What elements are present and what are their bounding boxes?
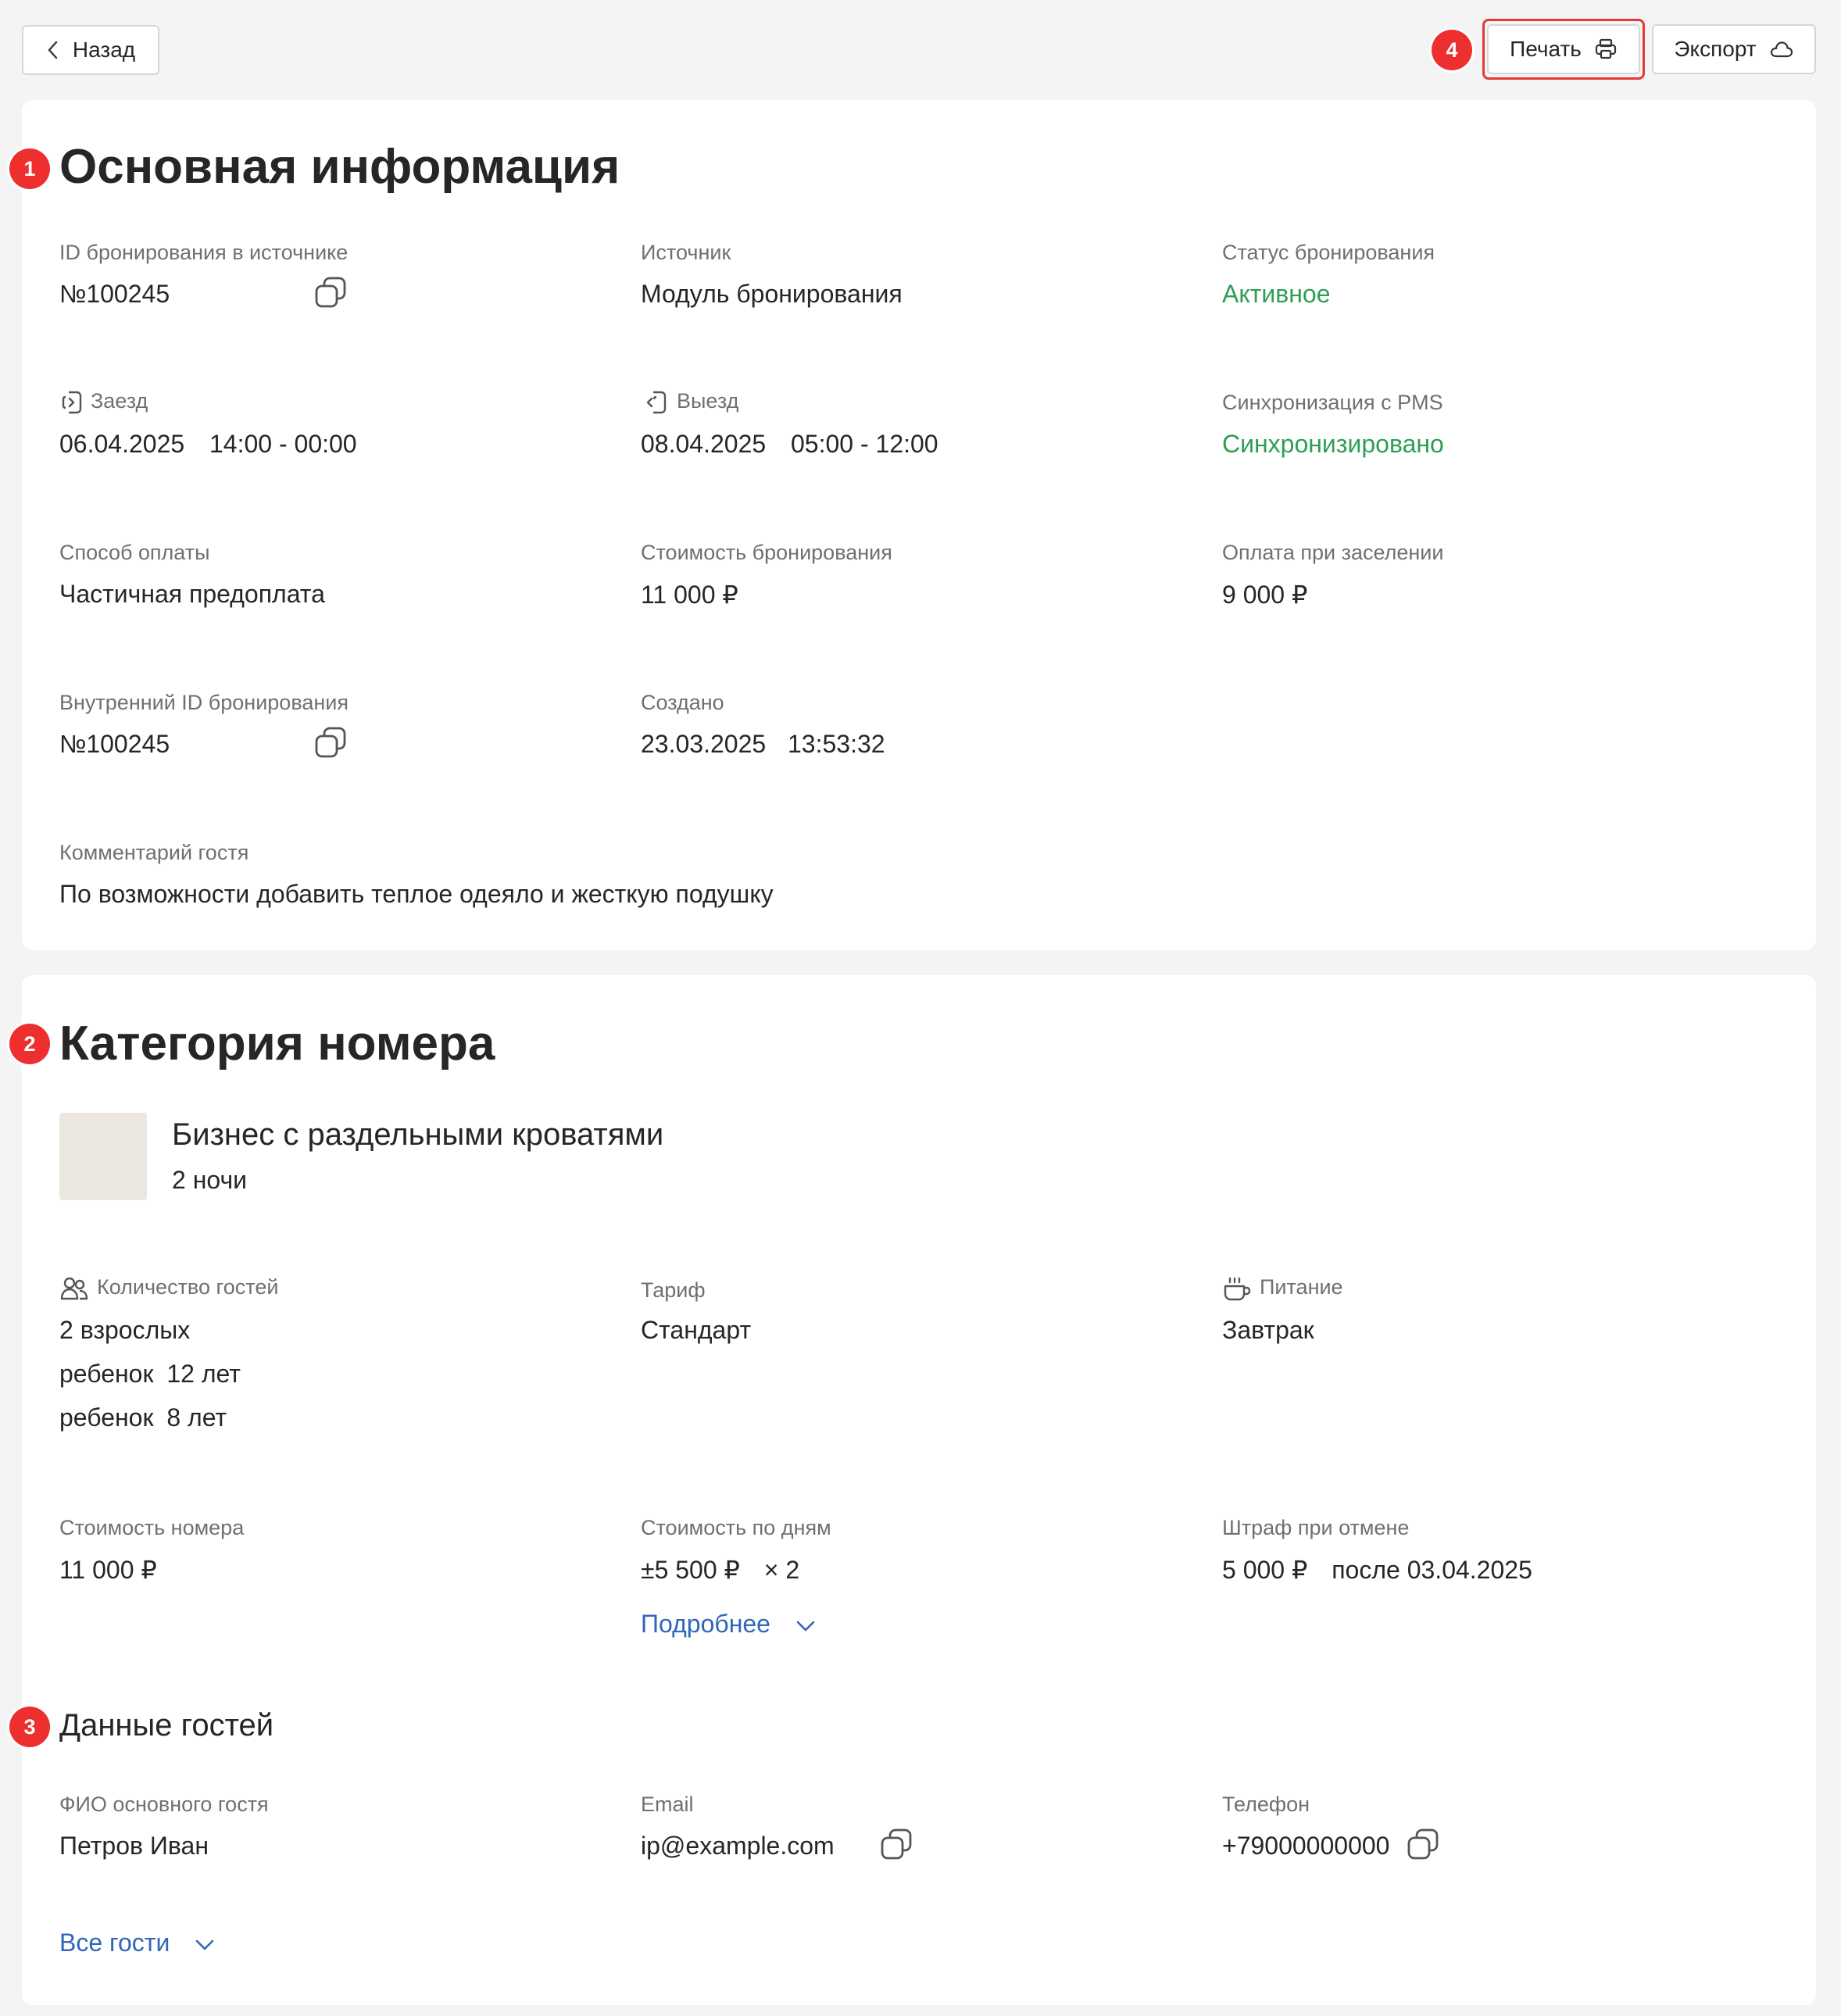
more-details-link[interactable]: Подробнее — [641, 1610, 817, 1639]
child-age: 8 лет — [166, 1403, 227, 1432]
cancel-penalty-date: после 03.04.2025 — [1332, 1556, 1532, 1584]
pms-sync-value: Синхронизировано — [1222, 430, 1444, 458]
more-details-label: Подробнее — [641, 1610, 770, 1638]
room-category-card: Категория номера Бизнес с раздельными кр… — [22, 975, 1816, 2005]
guest-comment-value: По возможности добавить теплое одеяло и … — [59, 880, 774, 908]
export-button[interactable]: Экспорт — [1652, 24, 1816, 74]
internal-id-value: №100245 — [59, 730, 170, 758]
created-time: 13:53:32 — [788, 730, 885, 758]
checkout-label-row: Выезд — [641, 389, 738, 416]
guest-data-title: Данные гостей — [59, 1708, 274, 1743]
coffee-cup-icon — [1224, 1277, 1251, 1301]
internal-id-label: Внутренний ID бронирования — [59, 691, 349, 714]
source-label: Источник — [641, 241, 731, 264]
cancel-penalty-row: 5 000 ₽ после 03.04.2025 — [1222, 1555, 1532, 1585]
room-photo-placeholder — [59, 1113, 147, 1200]
checkin-label-row: Заезд — [59, 389, 148, 416]
phone-label: Телефон — [1222, 1793, 1310, 1816]
print-button[interactable]: Печать — [1487, 24, 1640, 74]
booking-cost-value: 11 000 ₽ — [641, 581, 738, 609]
daily-cost-multiplier: × 2 — [763, 1556, 800, 1584]
annotation-marker-3: 3 — [9, 1707, 50, 1747]
adults-count: 2 взрослых — [59, 1316, 191, 1344]
meal-label: Питание — [1260, 1275, 1343, 1299]
email-label: Email — [641, 1793, 694, 1816]
daily-cost-label: Стоимость по дням — [641, 1516, 831, 1539]
export-button-label: Экспорт — [1674, 37, 1757, 61]
daily-cost-value-row: ±5 500 ₽ × 2 — [641, 1555, 799, 1585]
copy-phone-icon[interactable] — [1405, 1827, 1441, 1863]
back-button-label: Назад — [72, 38, 136, 62]
checkout-date: 08.04.2025 — [641, 430, 767, 458]
pay-on-arrival-label: Оплата при заселении — [1222, 541, 1444, 564]
annotation-marker-1: 1 — [9, 148, 50, 189]
booking-status-value: Активное — [1222, 280, 1331, 308]
source-value: Модуль бронирования — [641, 280, 903, 308]
cloud-icon — [1770, 41, 1793, 58]
pay-on-arrival-value: 9 000 ₽ — [1222, 581, 1308, 609]
booking-cost-label: Стоимость бронирования — [641, 541, 892, 564]
chevron-down-icon — [195, 1939, 214, 1950]
child-label: ребенок — [59, 1403, 154, 1432]
main-guest-name-value: Петров Иван — [59, 1832, 209, 1860]
created-date: 23.03.2025 — [641, 730, 767, 758]
room-cost-label: Стоимость номера — [59, 1516, 245, 1539]
annotation-marker-4: 4 — [1432, 30, 1472, 70]
booking-status-label: Статус бронирования — [1222, 241, 1435, 264]
main-info-title: Основная информация — [59, 140, 620, 194]
created-label: Создано — [641, 691, 724, 714]
print-button-label: Печать — [1510, 37, 1582, 61]
logout-icon — [646, 391, 667, 414]
checkin-time: 14:00 - 00:00 — [209, 430, 357, 458]
main-info-card: Основная информация ID бронирования в ис… — [22, 100, 1816, 950]
child-label: ребенок — [59, 1360, 154, 1388]
tariff-value: Стандарт — [641, 1316, 752, 1344]
printer-icon — [1595, 38, 1616, 59]
copy-source-id-icon[interactable] — [313, 275, 349, 311]
child-row: ребенок 12 лет — [59, 1360, 241, 1389]
meal-label-row: Питание — [1222, 1275, 1343, 1302]
login-icon — [62, 391, 82, 414]
copy-email-icon[interactable] — [878, 1827, 914, 1863]
checkout-time: 05:00 - 12:00 — [791, 430, 938, 458]
source-id-value: №100245 — [59, 280, 170, 308]
checkin-date: 06.04.2025 — [59, 430, 185, 458]
source-id-label: ID бронирования в источнике — [59, 241, 349, 264]
back-button[interactable]: Назад — [22, 25, 159, 75]
room-nights: 2 ночи — [172, 1166, 247, 1194]
child-row: ребенок 8 лет — [59, 1403, 227, 1432]
phone-value: +79000000000 — [1222, 1832, 1390, 1860]
chevron-left-icon — [48, 41, 58, 59]
meal-value: Завтрак — [1222, 1316, 1314, 1344]
guest-comment-label: Комментарий гостя — [59, 841, 249, 864]
cancel-penalty-value: 5 000 ₽ — [1222, 1556, 1308, 1584]
room-name: Бизнес с раздельными кроватями — [172, 1117, 664, 1152]
cancel-penalty-label: Штраф при отмене — [1222, 1516, 1410, 1539]
all-guests-link[interactable]: Все гости — [59, 1928, 216, 1957]
room-cost-value: 11 000 ₽ — [59, 1556, 157, 1584]
chevron-down-icon — [796, 1621, 815, 1631]
tariff-label: Тариф — [641, 1278, 706, 1302]
payment-method-value: Частичная предоплата — [59, 580, 325, 608]
users-icon — [60, 1277, 88, 1300]
all-guests-label: Все гости — [59, 1928, 170, 1957]
checkout-label: Выезд — [677, 389, 739, 413]
copy-internal-id-icon[interactable] — [313, 725, 349, 761]
main-guest-name-label: ФИО основного гостя — [59, 1793, 269, 1816]
pms-sync-label: Синхронизация с PMS — [1222, 391, 1443, 414]
email-value: ip@example.com — [641, 1832, 835, 1860]
guest-count-label-row: Количество гостей — [59, 1275, 278, 1302]
child-age: 12 лет — [166, 1360, 241, 1388]
annotation-marker-2: 2 — [9, 1024, 50, 1064]
checkin-label: Заезд — [91, 389, 148, 413]
guest-count-label: Количество гостей — [97, 1275, 279, 1299]
daily-cost-value: ±5 500 ₽ — [641, 1556, 740, 1584]
payment-method-label: Способ оплаты — [59, 541, 210, 564]
room-category-title: Категория номера — [59, 1017, 495, 1071]
